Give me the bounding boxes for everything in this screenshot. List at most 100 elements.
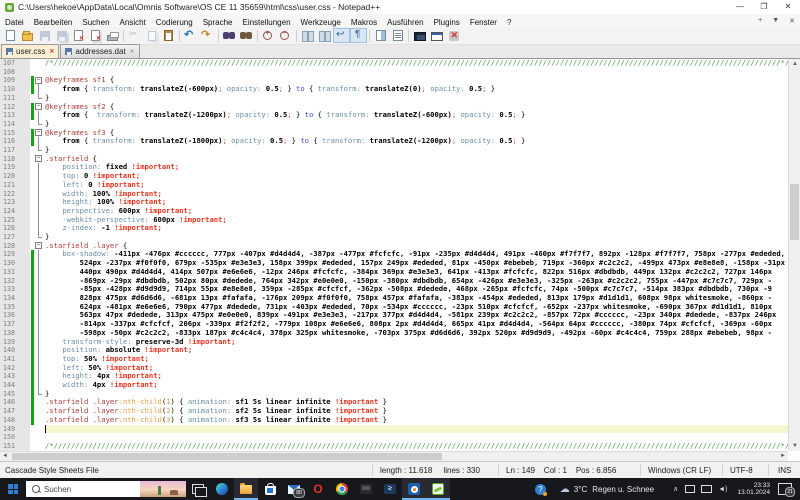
line-number[interactable]: 122 — [0, 189, 30, 199]
start-button[interactable] — [0, 478, 26, 500]
code-line[interactable]: 136 563px 47px #dedede, 313px 475px #e0e… — [0, 311, 788, 321]
line-number[interactable]: 128 — [0, 241, 30, 251]
cut-icon[interactable] — [126, 28, 143, 43]
minimize-button[interactable]: — — [728, 0, 752, 14]
zoom-out-icon[interactable] — [277, 28, 294, 43]
code-line[interactable]: 126 z-index: -1 !important; — [0, 224, 788, 234]
line-number[interactable]: 144 — [0, 381, 30, 390]
line-number[interactable]: 116 — [0, 137, 30, 147]
code-line[interactable]: 151 /*///////////////////////////////////… — [0, 441, 788, 451]
code-text[interactable]: top: 0 !important; — [45, 172, 788, 181]
fold-margin[interactable] — [30, 85, 45, 94]
undo-icon[interactable] — [182, 28, 199, 43]
menu-einstellungen[interactable]: Einstellungen — [237, 18, 295, 27]
fold-margin[interactable] — [30, 59, 45, 68]
code-text[interactable]: @keyframes sf3 { — [45, 129, 788, 138]
fold-margin[interactable] — [30, 163, 45, 173]
fold-margin[interactable] — [30, 250, 45, 260]
code-text[interactable]: from { transform: translateZ(-1800px); o… — [45, 137, 788, 146]
code-text[interactable]: .starfield .layer:nth-child(2) { animati… — [45, 407, 788, 416]
line-number[interactable]: 126 — [0, 224, 30, 234]
save-icon[interactable] — [36, 28, 53, 43]
code-line[interactable]: 123 height: 100% !important; — [0, 198, 788, 207]
fold-margin[interactable] — [30, 372, 45, 382]
code-line[interactable]: 139 transform-style: preserve-3d !import… — [0, 337, 788, 347]
fold-margin[interactable] — [30, 302, 45, 312]
close-tab-button[interactable]: ✕ — [784, 17, 800, 25]
line-number[interactable]: 107 — [0, 59, 30, 68]
document-map-icon[interactable] — [372, 28, 389, 43]
code-text[interactable]: left: 50% !important; — [45, 364, 788, 373]
fold-margin[interactable] — [30, 381, 45, 390]
opera-icon[interactable]: O — [306, 478, 330, 500]
code-line[interactable]: 137 -814px -337px #cfcfcf, 206px -339px … — [0, 320, 788, 329]
code-area[interactable]: 107 /*///////////////////////////////////… — [0, 59, 788, 451]
tab-close-icon[interactable]: ✕ — [130, 48, 135, 55]
fold-margin[interactable] — [30, 189, 45, 199]
line-number[interactable]: 146 — [0, 398, 30, 408]
tab-list-button[interactable]: ▼ — [767, 17, 784, 24]
fold-margin[interactable] — [30, 415, 45, 425]
code-line[interactable]: 150 — [0, 433, 788, 442]
save-all-icon[interactable] — [53, 28, 70, 43]
code-line[interactable]: 127} — [0, 233, 788, 242]
menu-ausfhren[interactable]: Ausführen — [382, 18, 428, 27]
line-number[interactable]: 114 — [0, 119, 30, 129]
replace-icon[interactable] — [238, 28, 255, 43]
taskbar-clock[interactable]: 23:33 13.01.2024 — [737, 482, 770, 497]
fold-margin[interactable] — [30, 346, 45, 355]
scroll-right-arrow-icon[interactable]: ► — [778, 452, 788, 461]
code-line[interactable]: 116 from { transform: translateZ(-1800px… — [0, 137, 788, 147]
line-number[interactable]: 111 — [0, 93, 30, 103]
omnis-studio-icon[interactable] — [402, 478, 426, 500]
code-line[interactable]: 128− .starfield .layer { — [0, 241, 788, 251]
fold-margin[interactable] — [30, 441, 45, 451]
fold-margin[interactable] — [30, 433, 45, 442]
monitoring-icon[interactable] — [411, 28, 428, 43]
fold-margin[interactable]: − — [30, 154, 45, 164]
fold-margin[interactable]: − — [30, 76, 45, 86]
code-line[interactable]: 142 left: 50% !important; — [0, 363, 788, 373]
line-number[interactable]: 147 — [0, 407, 30, 416]
line-number[interactable]: 120 — [0, 172, 30, 181]
code-line[interactable]: 135 624px -481px #e6e6e6, 790px 477px #d… — [0, 302, 788, 312]
fold-collapse-icon[interactable]: − — [35, 242, 42, 250]
line-number[interactable]: 125 — [0, 215, 30, 225]
code-line[interactable]: 114} — [0, 119, 788, 129]
line-number[interactable]: 143 — [0, 372, 30, 382]
sync-vertical-icon[interactable] — [299, 28, 316, 43]
chrome-icon[interactable] — [330, 478, 354, 500]
code-line[interactable]: 110 from { transform: translateZ(-600px)… — [0, 85, 788, 94]
menu-werkzeuge[interactable]: Werkzeuge — [296, 18, 346, 27]
close-all-icon[interactable] — [87, 28, 104, 43]
fold-margin[interactable] — [30, 259, 45, 268]
paste-icon[interactable] — [160, 28, 177, 43]
line-number[interactable]: 138 — [0, 328, 30, 338]
show-all-chars-icon[interactable] — [350, 28, 367, 43]
menu-sprache[interactable]: Sprache — [198, 18, 238, 27]
fold-margin[interactable] — [30, 206, 45, 216]
line-number[interactable]: 130 — [0, 259, 30, 268]
code-line[interactable]: 144 width: 4px !important; — [0, 381, 788, 390]
menu-ansicht[interactable]: Ansicht — [115, 18, 151, 27]
code-line[interactable]: 107 /*///////////////////////////////////… — [0, 59, 788, 68]
line-number[interactable]: 117 — [0, 146, 30, 155]
code-text[interactable]: position: fixed !important; — [45, 163, 788, 172]
document-list-icon[interactable] — [389, 28, 406, 43]
code-line[interactable]: 147 .starfield .layer:nth-child(2) { anim… — [0, 407, 788, 416]
horizontal-scroll-thumb[interactable] — [12, 453, 442, 460]
fold-margin[interactable] — [30, 215, 45, 225]
menu-makros[interactable]: Makros — [346, 18, 382, 27]
fold-margin[interactable] — [30, 389, 45, 399]
code-line[interactable]: 120 top: 0 !important; — [0, 172, 788, 181]
code-text[interactable]: perspective: 600px !important; — [45, 207, 788, 216]
line-number[interactable]: 124 — [0, 206, 30, 216]
code-text[interactable]: } — [45, 390, 788, 399]
code-text[interactable]: .starfield { — [45, 155, 788, 164]
code-line[interactable]: 133 -85px -428px #d9d9d9, 714px 55px #e8… — [0, 285, 788, 294]
console-icon[interactable] — [428, 28, 445, 43]
line-number[interactable]: 148 — [0, 415, 30, 425]
pen-tablet-tray-icon[interactable] — [685, 485, 696, 493]
line-number[interactable]: 149 — [0, 424, 30, 434]
fold-margin[interactable] — [30, 198, 45, 207]
